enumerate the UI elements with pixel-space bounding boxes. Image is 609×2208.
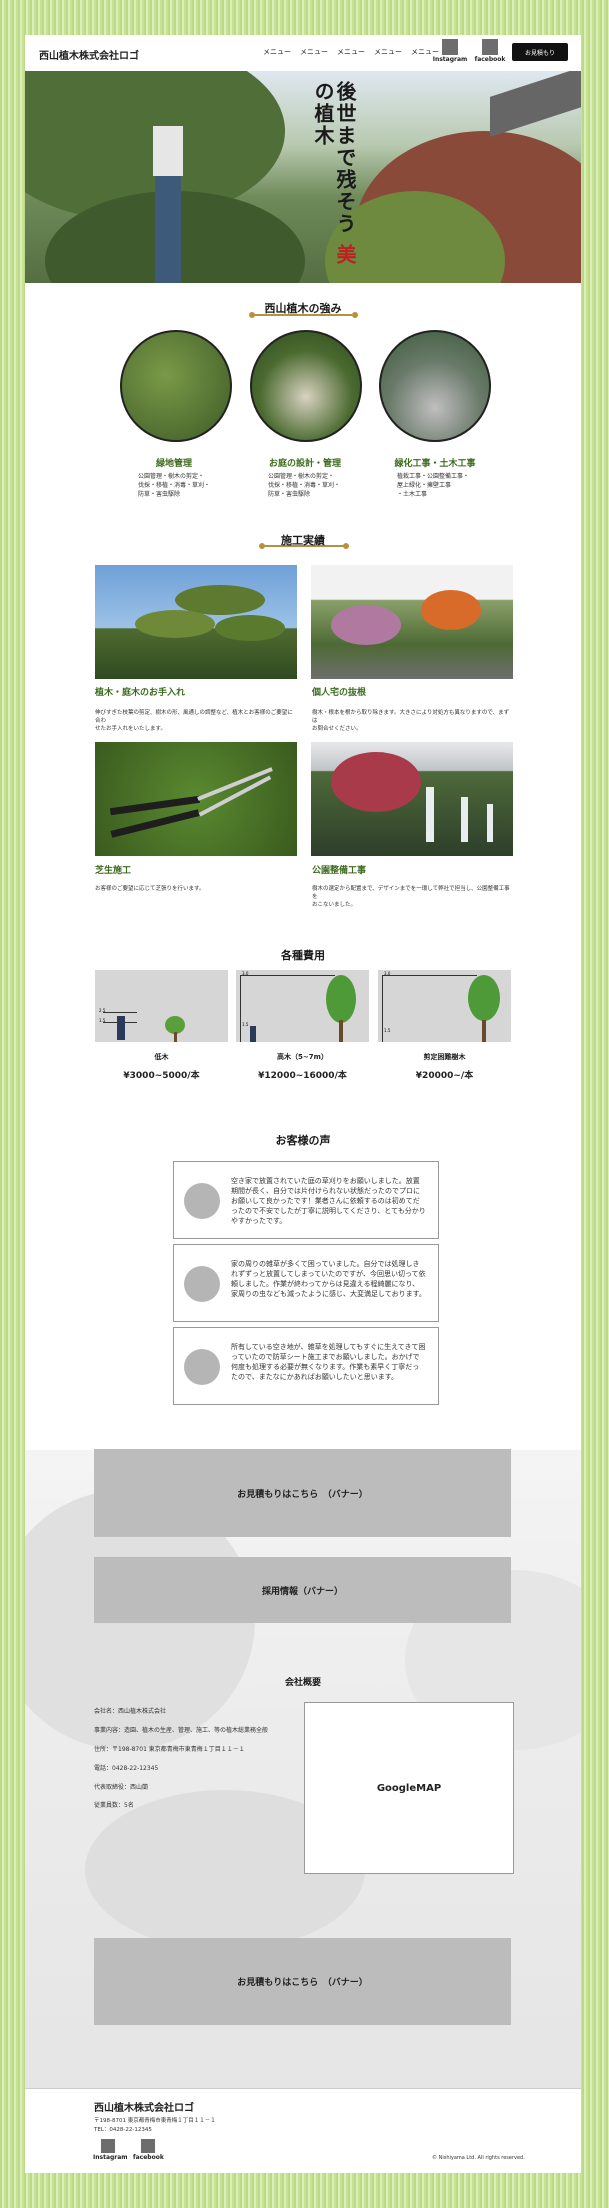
voice-text: 空き家で放置されていた庭の草刈りをお願いしました。放置期間が長く、自分では片付け… [231, 1177, 426, 1225]
work-image-stump [311, 565, 513, 679]
work-image-pruning [95, 565, 297, 679]
cost-price: ¥20000~/本 [415, 1071, 474, 1081]
voice-card: 所有している空き地が、雑草を処理してもすぐに生えてきて困っていたので防草シート施… [173, 1327, 439, 1405]
costs-title: 各種費用 [281, 949, 325, 962]
strength-desc: 公園管理・樹木の剪定・ 伐採・移植・消毒・草刈・ 防草・害虫駆除 [268, 473, 341, 498]
strength-title: お庭の設計・管理 [268, 459, 341, 469]
strength-image-greenery [120, 330, 232, 442]
instagram-link[interactable]: Instagram [430, 39, 470, 63]
cost-price: ¥12000~16000/本 [258, 1071, 347, 1081]
strength-desc: 植栽工事・公園整備工事・ 屋上緑化・擁壁工事 ・土木工事 [397, 473, 470, 498]
cost-image-tall-tree: 3.0 1.5 [236, 970, 369, 1042]
company-info: 会社名：西山植木株式会社 [94, 1708, 167, 1715]
main-nav: メニュー メニュー メニュー メニュー メニュー [263, 47, 439, 57]
avatar [184, 1183, 220, 1219]
estimate-banner-bottom[interactable]: お見積もりはこちら （バナー） [94, 1938, 511, 2025]
voice-text: 所有している空き地が、雑草を処理してもすぐに生えてきて困っていたので防草シート施… [231, 1343, 426, 1381]
work-image-lawn [95, 742, 297, 856]
site-footer: 西山植木株式会社ロゴ 〒198-8701 東京都青梅市東青梅１丁目１１－１ TE… [25, 2088, 581, 2173]
footer-tel: TEL：0428-22-12345 [94, 2127, 152, 2133]
company-info: 従業員数：5名 [94, 1802, 134, 1809]
nav-item[interactable]: メニュー [300, 47, 328, 57]
work-desc: 樹木の選定から配置まで、デザインまでを一環して弊社で担当し、公園整備工事を おこ… [312, 886, 510, 908]
site-header: 西山植木株式会社ロゴ メニュー メニュー メニュー メニュー メニュー Inst… [25, 35, 581, 72]
cost-image-hard-tree: 3.0 1.5 [378, 970, 511, 1042]
nav-item[interactable]: メニュー [374, 47, 402, 57]
facebook-icon [141, 2139, 155, 2153]
work-image-park [311, 742, 513, 856]
company-info: 代表取締役：西山蘭 [94, 1784, 149, 1791]
work-title: 個人宅の抜根 [312, 688, 367, 698]
footer-address: 〒198-8701 東京都青梅市東青梅１丁目１１－１ [94, 2118, 216, 2124]
facebook-link[interactable]: facebook [470, 39, 510, 63]
cost-name: 低木 [154, 1053, 169, 1061]
copyright: © Nishiyama Ltd. All rights reserved. [432, 2155, 525, 2161]
nav-item[interactable]: メニュー [263, 47, 291, 57]
cost-name: 剪定困難樹木 [423, 1053, 466, 1061]
hero-image: 後世まで残そう 美の植木 [25, 71, 581, 283]
hero-title: 後世まで残そう 美の植木 [311, 81, 357, 266]
strength-image-construction [379, 330, 491, 442]
avatar [184, 1349, 220, 1385]
estimate-button[interactable]: お見積もり [512, 43, 568, 61]
work-title: 植木・庭木のお手入れ [95, 688, 186, 698]
voice-card: 家の周りの雑草が多くて困っていました。自分では処理しきれずずっと放置してしまって… [173, 1244, 439, 1322]
strength-desc: 公園管理・樹木の剪定・ 伐採・移植・消毒・草刈・ 防草・害虫駆除 [138, 473, 211, 498]
nav-item[interactable]: メニュー [337, 47, 365, 57]
avatar [184, 1266, 220, 1302]
strength-title: 緑化工事・土木工事 [394, 459, 476, 469]
work-title: 芝生施工 [95, 866, 132, 876]
google-map[interactable]: GoogleMAP [304, 1702, 514, 1874]
cost-image-low-tree: 2.5 1.5 [95, 970, 228, 1042]
recruit-banner[interactable]: 採用情報（バナー） [94, 1557, 511, 1623]
work-title: 公園整備工事 [312, 866, 367, 876]
voices-title: お客様の声 [275, 1134, 331, 1147]
works-title: 施工実績 [281, 534, 325, 547]
footer-facebook-link[interactable]: facebook [133, 2139, 164, 2161]
cost-price: ¥3000~5000/本 [123, 1071, 200, 1081]
facebook-icon [482, 39, 498, 55]
work-desc: 樹木・根本を根から取り除きます。大きさにより対処方も異なりますので、まずは お問… [312, 710, 510, 732]
company-info: 事業内容：造園、植木の生産、管理、施工、等の植木総業務全般 [94, 1727, 269, 1734]
footer-logo[interactable]: 西山植木株式会社ロゴ [94, 2099, 194, 2114]
voice-text: 家の周りの雑草が多くて困っていました。自分では処理しきれずずっと放置してしまって… [231, 1260, 426, 1298]
footer-instagram-link[interactable]: Instagram [93, 2139, 128, 2161]
strength-image-garden [250, 330, 362, 442]
company-info: 住所：〒198-8701 東京都青梅市東青梅１丁目１１－１ [94, 1746, 245, 1753]
strength-title: 緑地管理 [155, 459, 192, 469]
instagram-icon [442, 39, 458, 55]
site-logo[interactable]: 西山植木株式会社ロゴ [39, 47, 139, 62]
work-desc: 伸びすぎた枝葉の剪定、樹木の形、風通しの調整など、植木とお客様のご要望に合わ せ… [95, 710, 293, 732]
company-title: 会社概要 [284, 1678, 321, 1688]
cost-name: 高木（5~7m） [277, 1053, 328, 1061]
estimate-banner[interactable]: お見積もりはこちら （バナー） [94, 1449, 511, 1537]
instagram-icon [101, 2139, 115, 2153]
page: 西山植木株式会社ロゴ メニュー メニュー メニュー メニュー メニュー Inst… [25, 35, 581, 2173]
voice-card: 空き家で放置されていた庭の草刈りをお願いしました。放置期間が長く、自分では片付け… [173, 1161, 439, 1239]
company-info: 電話：0428-22-12345 [94, 1765, 159, 1772]
work-desc: お客様のご要望に応じて芝張りを行います。 [95, 886, 205, 892]
strengths-title: 西山植木の強み [264, 302, 342, 315]
